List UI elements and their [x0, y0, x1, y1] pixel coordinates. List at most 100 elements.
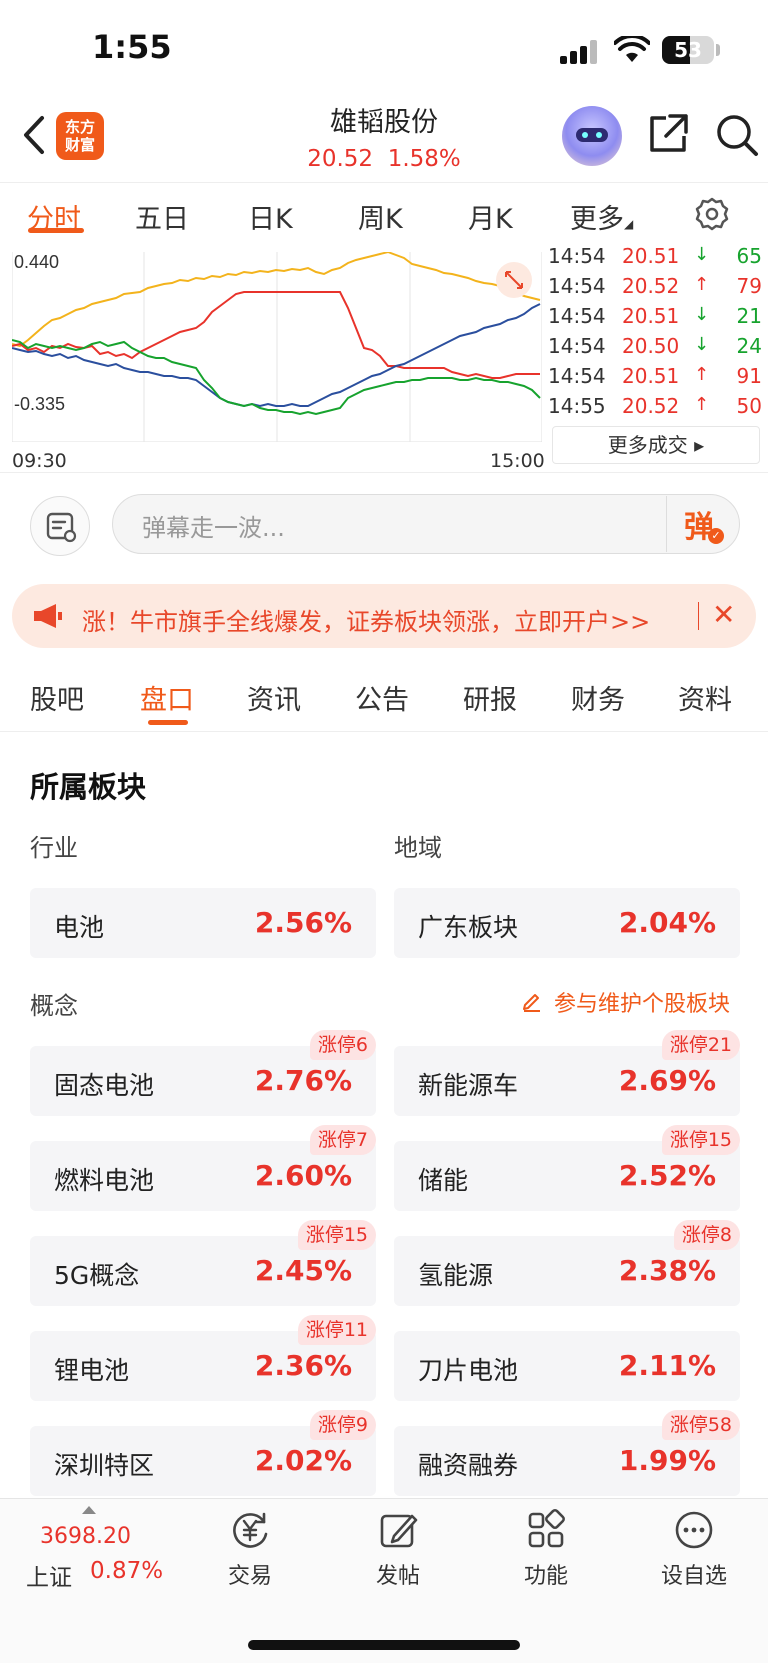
edit-note-icon — [380, 1514, 418, 1548]
tab-news[interactable]: 资讯 — [247, 678, 301, 717]
share-icon[interactable] — [646, 112, 690, 156]
trade-direction-icon: ↑ — [694, 274, 710, 295]
sector-card-industry[interactable]: 电池 2.56% — [30, 888, 376, 958]
industry-label: 行业 — [30, 834, 78, 862]
trade-time: 14:54 — [548, 244, 606, 268]
limit-up-badge: 涨停58 — [661, 1410, 740, 1440]
sector-card-concept[interactable]: 涨停21 新能源车 2.69% — [394, 1030, 740, 1116]
tab-research[interactable]: 研报 — [463, 678, 517, 717]
tab-daily-k[interactable]: 日K — [248, 197, 293, 236]
chart-top-mask — [12, 244, 542, 252]
chart-y-top-label: 0.440 — [14, 252, 59, 272]
active-tab-underline — [28, 228, 84, 233]
region-label: 地域 — [394, 834, 442, 862]
stock-change-pct: 1.58% — [387, 146, 461, 172]
tab-profile[interactable]: 资料 — [678, 678, 732, 717]
back-icon[interactable] — [14, 112, 54, 158]
limit-up-badge: 涨停21 — [661, 1030, 740, 1060]
app-logo[interactable]: 东方 财富 — [56, 112, 104, 160]
tab-announcements[interactable]: 公告 — [355, 678, 409, 717]
assistant-robot-icon[interactable] — [562, 106, 622, 166]
intraday-chart[interactable]: 0.440 -0.335 — [12, 248, 542, 442]
sector-name: 5G概念 — [54, 1261, 140, 1290]
index-name[interactable]: 上证 — [26, 1558, 72, 1592]
divider — [698, 602, 699, 630]
megaphone-icon — [34, 604, 62, 628]
more-dots-icon — [675, 1511, 713, 1549]
post-button[interactable]: 发帖 — [348, 1508, 448, 1590]
sector-pct: 2.45% — [254, 1254, 352, 1287]
section-tabs: 股吧 盘口 资讯 公告 研报 财务 资料 — [0, 668, 768, 732]
trade-label: 交易 — [227, 1564, 272, 1589]
functions-button[interactable]: 功能 — [496, 1508, 596, 1590]
sector-card-concept[interactable]: 涨停7 燃料电池 2.60% — [30, 1125, 376, 1211]
settings-gear-icon[interactable] — [694, 196, 730, 232]
sector-card-concept[interactable]: 涨停8 氢能源 2.38% — [394, 1220, 740, 1306]
sector-pct: 2.56% — [254, 906, 352, 939]
trade-time: 14:54 — [548, 364, 606, 388]
sector-card-concept[interactable]: 涨停11 锂电池 2.36% — [30, 1315, 376, 1401]
trade-volume: 24 — [736, 334, 762, 358]
sector-name: 新能源车 — [418, 1071, 519, 1100]
section-title: 所属板块 — [30, 770, 147, 804]
tab-weekly-k[interactable]: 周K — [358, 197, 403, 236]
trade-direction-icon: ↓ — [694, 244, 710, 265]
concept-label: 概念 — [30, 992, 78, 1020]
tab-more[interactable]: 更多◢ — [570, 197, 633, 236]
sector-card-concept[interactable]: 涨停15 储能 2.52% — [394, 1125, 740, 1211]
chart-x-end: 15:00 — [490, 450, 545, 472]
sector-pct: 2.52% — [618, 1159, 716, 1192]
trade-price: 20.50 — [622, 334, 680, 358]
search-icon[interactable] — [714, 112, 760, 158]
functions-label: 功能 — [523, 1564, 568, 1589]
sector-card-region[interactable]: 广东板块 2.04% — [394, 888, 740, 958]
post-label: 发帖 — [375, 1564, 420, 1589]
tab-finance[interactable]: 财务 — [571, 678, 625, 717]
home-indicator[interactable] — [248, 1640, 520, 1650]
close-icon[interactable]: ✕ — [712, 598, 735, 631]
sector-card-concept[interactable]: 涨停15 5G概念 2.45% — [30, 1220, 376, 1306]
trade-volume: 21 — [736, 304, 762, 328]
limit-up-badge: 涨停15 — [297, 1220, 376, 1250]
trade-price: 20.52 — [622, 274, 680, 298]
trade-time: 14:54 — [548, 304, 606, 328]
divider — [0, 472, 768, 473]
sector-card-concept[interactable]: 涨停9 深圳特区 2.02% — [30, 1410, 376, 1496]
sector-card-concept[interactable]: 刀片电池 2.11% — [394, 1331, 740, 1401]
more-trades-button[interactable]: 更多成交 ▸ — [552, 426, 760, 464]
tab-pankou[interactable]: 盘口 — [140, 678, 194, 717]
tab-monthly-k[interactable]: 月K — [468, 197, 513, 236]
trade-button[interactable]: 交易 — [200, 1508, 300, 1590]
sector-name: 锂电池 — [54, 1356, 130, 1385]
promo-text[interactable]: 涨！牛市旗手全线爆发，证券板块领涨，立即开户>> — [82, 602, 662, 637]
tab-guba[interactable]: 股吧 — [30, 678, 84, 717]
sector-card-concept[interactable]: 涨停6 固态电池 2.76% — [30, 1030, 376, 1116]
trade-price: 20.51 — [622, 364, 680, 388]
logo-line2: 财富 — [64, 136, 95, 154]
expand-up-icon[interactable] — [82, 1506, 96, 1514]
danmaku-settings-button[interactable] — [30, 496, 90, 556]
index-value[interactable]: 3698.20 — [40, 1524, 131, 1549]
danmaku-settings-icon — [46, 512, 77, 543]
cellular-signal-icon — [560, 40, 598, 64]
tab-more-label: 更多 — [570, 204, 624, 235]
add-watchlist-label: 设自选 — [660, 1564, 727, 1589]
danmaku-placeholder: 弹幕走一波... — [142, 514, 285, 542]
maintain-sectors-link[interactable]: 参与维护个股板块 — [554, 986, 730, 1018]
sector-pct: 2.04% — [618, 906, 716, 939]
chart-y-bottom-label: -0.335 — [14, 394, 65, 414]
stock-price-line: 20.52 1.58% — [250, 146, 518, 172]
sector-card-concept[interactable]: 涨停58 融资融券 1.99% — [394, 1410, 740, 1496]
tab-five-day[interactable]: 五日 — [135, 197, 189, 236]
index-change-pct[interactable]: 0.87% — [90, 1558, 163, 1584]
check-badge-icon: ✓ — [708, 528, 724, 544]
add-watchlist-button[interactable]: 设自选 — [644, 1508, 744, 1590]
trade-volume: 91 — [736, 364, 762, 388]
trade-volume: 65 — [736, 244, 762, 268]
limit-up-badge: 涨停9 — [309, 1410, 376, 1440]
status-time: 1:55 — [92, 28, 172, 66]
trade-direction-icon: ↓ — [694, 304, 710, 325]
trade-time: 14:54 — [548, 274, 606, 298]
edit-pencil-icon — [523, 994, 540, 1012]
trade-volume: 50 — [736, 394, 762, 418]
